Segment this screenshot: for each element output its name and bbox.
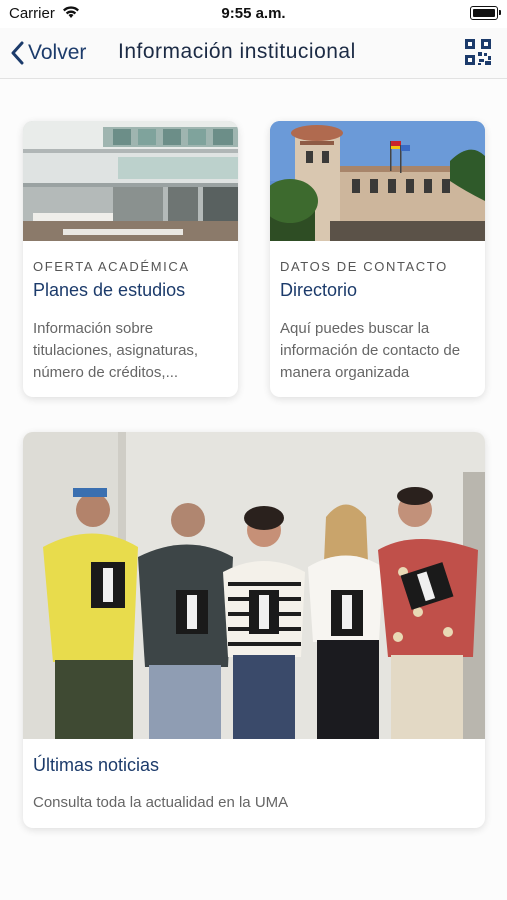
clock: 9:55 a.m. xyxy=(221,5,286,22)
card-ultimas-noticias[interactable]: Últimas noticias Consulta toda la actual… xyxy=(23,432,485,828)
library-photo xyxy=(23,121,238,241)
card-directorio[interactable]: DATOS DE CONTACTO Directorio Aquí puedes… xyxy=(270,121,485,397)
back-button-label: Volver xyxy=(28,41,87,64)
building-photo xyxy=(270,121,485,241)
back-button[interactable]: Volver xyxy=(10,37,86,69)
news-photo xyxy=(23,432,485,739)
qr-code-icon[interactable] xyxy=(465,39,491,65)
card-title: Directorio xyxy=(280,280,358,300)
card-planes-de-estudios[interactable]: OFERTA ACADÉMICA Planes de estudios Info… xyxy=(23,121,238,397)
battery-icon xyxy=(470,6,501,20)
status-bar: Carrier 9:55 a.m. xyxy=(0,0,507,28)
card-title: Últimas noticias xyxy=(33,755,160,775)
page-title: Información institucional xyxy=(118,40,356,63)
chevron-left-icon xyxy=(11,41,24,65)
navigation-bar: Volver Información institucional xyxy=(0,28,507,79)
card-eyebrow: DATOS DE CONTACTO xyxy=(280,259,448,274)
card-title: Planes de estudios xyxy=(33,280,186,300)
card-description: Información sobre titulaciones, asignatu… xyxy=(33,320,199,381)
card-description: Aquí puedes buscar la información de con… xyxy=(280,320,461,381)
card-eyebrow: OFERTA ACADÉMICA xyxy=(33,259,190,274)
card-description: Consulta toda la actualidad en la UMA xyxy=(33,794,289,811)
